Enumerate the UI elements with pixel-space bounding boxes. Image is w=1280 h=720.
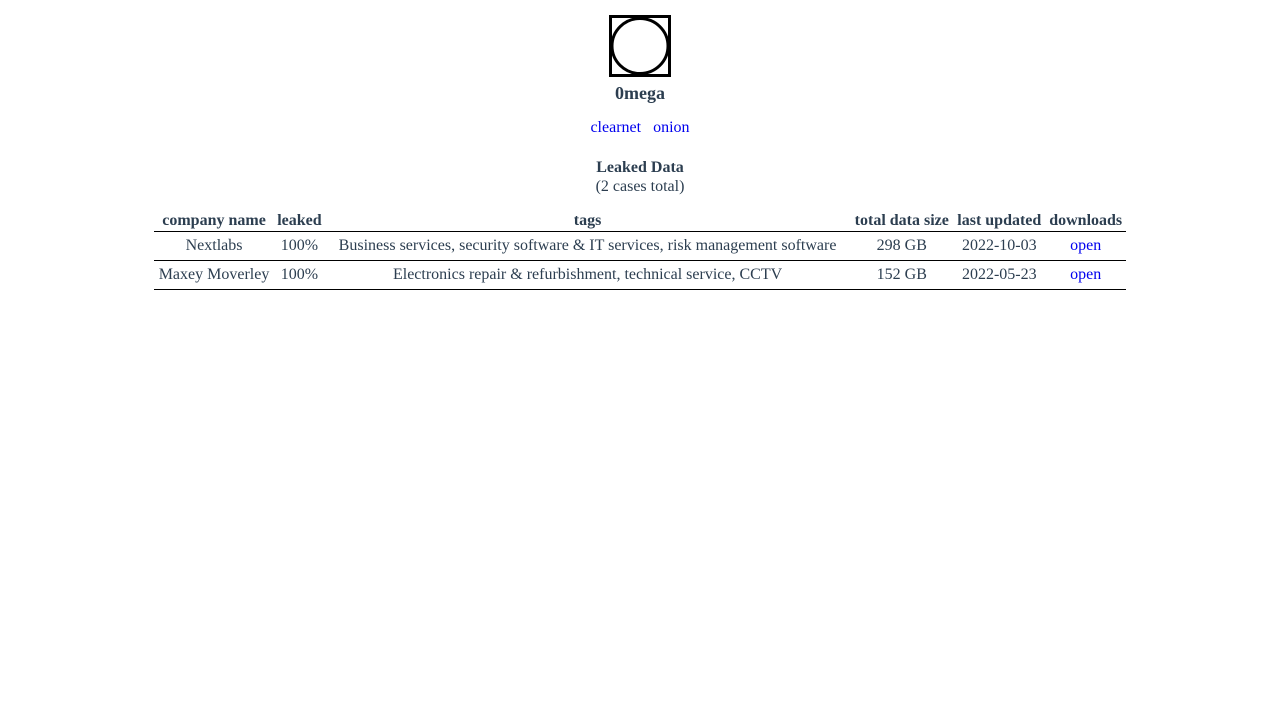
brand-name: 0mega	[615, 83, 665, 103]
onion-link[interactable]: onion	[653, 119, 689, 136]
logo	[0, 0, 1280, 79]
table-row: Nextlabs 100% Business services, securit…	[154, 231, 1126, 261]
last-updated: 2022-05-23	[953, 260, 1046, 290]
data-size: 298 GB	[850, 231, 954, 261]
company-name: Nextlabs	[154, 231, 275, 261]
col-last-updated: last updated	[953, 210, 1046, 232]
downloads-cell: open	[1045, 231, 1126, 261]
col-company-name: company name	[154, 210, 275, 232]
company-name: Maxey Moverley	[154, 260, 275, 290]
tags: Business services, security software & I…	[324, 231, 851, 261]
col-tags: tags	[324, 210, 851, 232]
case-count: (2 cases total)	[595, 178, 685, 195]
open-download-link[interactable]: open	[1070, 237, 1101, 254]
open-download-link[interactable]: open	[1070, 266, 1101, 283]
tags: Electronics repair & refurbishment, tech…	[324, 260, 851, 290]
downloads-cell: open	[1045, 260, 1126, 290]
col-downloads: downloads	[1045, 210, 1126, 232]
clearnet-link[interactable]: clearnet	[590, 119, 641, 136]
table-header-row: company name leaked tags total data size…	[154, 210, 1126, 232]
table-row: Maxey Moverley 100% Electronics repair &…	[154, 260, 1126, 290]
omega-logo-icon	[609, 15, 671, 77]
col-total-data-size: total data size	[850, 210, 954, 232]
mirror-nav: clearnet onion	[0, 118, 1280, 138]
last-updated: 2022-10-03	[953, 231, 1046, 261]
page: 0mega clearnet onion Leaked Data (2 case…	[0, 0, 1280, 290]
leaks-table: company name leaked tags total data size…	[154, 210, 1126, 290]
section-title: Leaked Data	[596, 159, 684, 176]
leaked-percent: 100%	[274, 260, 325, 290]
data-size: 152 GB	[850, 260, 954, 290]
leaked-percent: 100%	[274, 231, 325, 261]
col-leaked: leaked	[274, 210, 325, 232]
